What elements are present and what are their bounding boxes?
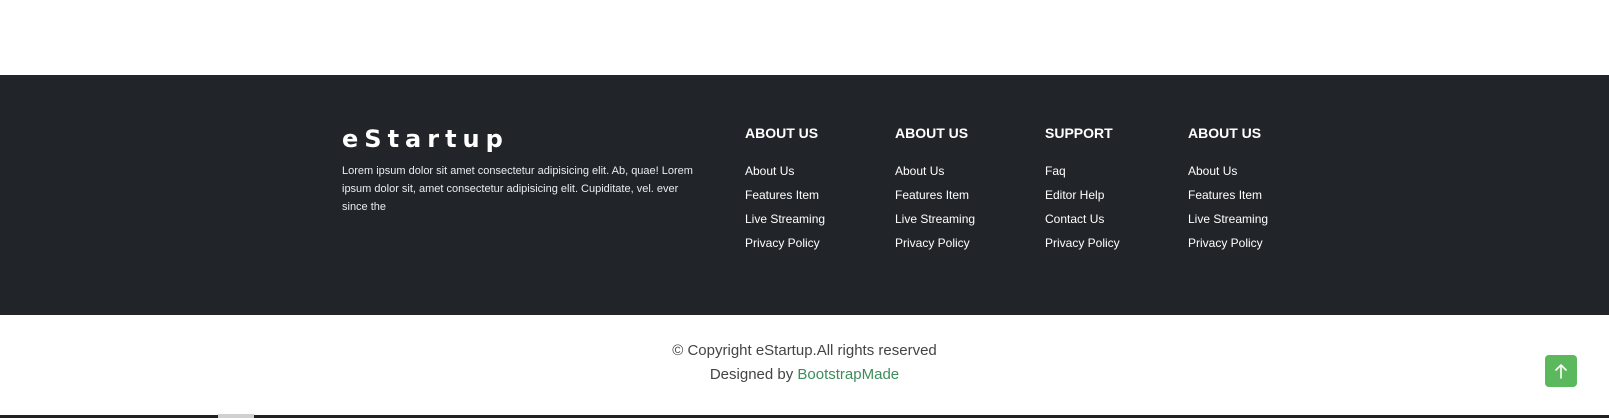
scrollbar-thumb[interactable] bbox=[218, 414, 254, 418]
footer-link-faq[interactable]: Faq bbox=[1045, 163, 1120, 179]
footer-link-live-streaming[interactable]: Live Streaming bbox=[745, 211, 825, 227]
footer-top: eStartup Lorem ipsum dolor sit amet cons… bbox=[0, 75, 1609, 315]
footer-link-list: Faq Editor Help Contact Us Privacy Polic… bbox=[1045, 163, 1120, 251]
footer-link-privacy-policy[interactable]: Privacy Policy bbox=[895, 235, 975, 251]
footer-link-features-item[interactable]: Features Item bbox=[895, 187, 975, 203]
footer-link-about-us[interactable]: About Us bbox=[1188, 163, 1268, 179]
footer-link-list: About Us Features Item Live Streaming Pr… bbox=[895, 163, 975, 251]
footer-column-about-3: ABOUT US About Us Features Item Live Str… bbox=[1188, 123, 1268, 259]
footer-link-editor-help[interactable]: Editor Help bbox=[1045, 187, 1120, 203]
footer-column-title: ABOUT US bbox=[745, 125, 819, 141]
footer-link-features-item[interactable]: Features Item bbox=[745, 187, 825, 203]
credits-line: Designed by BootstrapMade bbox=[0, 365, 1609, 385]
bootstrapmade-link[interactable]: BootstrapMade bbox=[797, 366, 899, 383]
footer-link-list: About Us Features Item Live Streaming Pr… bbox=[745, 163, 825, 251]
footer-column-support: SUPPORT Faq Editor Help Contact Us Priva… bbox=[1045, 123, 1120, 259]
footer-column-title: ABOUT US bbox=[1188, 125, 1262, 141]
back-to-top-button[interactable] bbox=[1545, 355, 1577, 387]
footer-link-contact-us[interactable]: Contact Us bbox=[1045, 211, 1120, 227]
footer-link-privacy-policy[interactable]: Privacy Policy bbox=[1188, 235, 1268, 251]
footer-link-privacy-policy[interactable]: Privacy Policy bbox=[1045, 235, 1120, 251]
arrow-up-icon bbox=[1555, 364, 1567, 379]
footer-brand-logo[interactable]: eStartup bbox=[342, 124, 509, 154]
footer-link-live-streaming[interactable]: Live Streaming bbox=[1188, 211, 1268, 227]
credits-prefix: Designed by bbox=[709, 366, 798, 383]
footer-link-features-item[interactable]: Features Item bbox=[1188, 187, 1268, 203]
footer-link-about-us[interactable]: About Us bbox=[895, 163, 975, 179]
footer-about-text: Lorem ipsum dolor sit amet consectetur a… bbox=[342, 165, 693, 213]
footer-link-privacy-policy[interactable]: Privacy Policy bbox=[745, 235, 825, 251]
footer-column-about-2: ABOUT US About Us Features Item Live Str… bbox=[895, 123, 975, 259]
footer-link-list: About Us Features Item Live Streaming Pr… bbox=[1188, 163, 1268, 251]
footer-column-about-1: ABOUT US About Us Features Item Live Str… bbox=[745, 123, 825, 259]
footer-column-title: ABOUT US bbox=[895, 125, 969, 141]
footer-link-live-streaming[interactable]: Live Streaming bbox=[895, 211, 975, 227]
footer-column-title: SUPPORT bbox=[1045, 125, 1113, 141]
footer-link-about-us[interactable]: About Us bbox=[745, 163, 825, 179]
copyright-text: © Copyright eStartup.All rights reserved bbox=[672, 342, 937, 359]
